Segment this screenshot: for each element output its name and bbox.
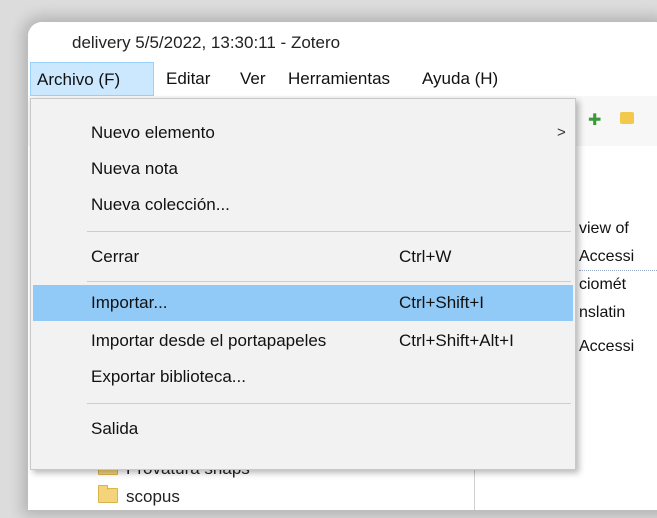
folder-icon [98,485,118,503]
file-menu-dropdown: Nuevo elemento > Nueva nota Nueva colecc… [30,98,576,470]
zotero-window: delivery 5/5/2022, 13:30:11 - Zotero Arc… [28,22,657,510]
menu-item-importar-portapapeles[interactable]: Importar desde el portapapeles Ctrl+Shif… [33,323,573,359]
menu-separator [87,281,571,282]
row-separator [579,270,657,271]
item-title-fragment[interactable]: nslatin [579,302,657,324]
item-title-fragment[interactable]: Accessi [579,246,657,268]
menu-item-salida[interactable]: Salida [33,411,573,447]
collection-name: scopus [126,487,180,506]
menu-separator [87,403,571,404]
menu-item-shortcut: Ctrl+W [399,247,452,266]
menu-item-label: Importar... [91,293,168,312]
menu-editar[interactable]: Editar [160,62,216,96]
menu-item-cerrar[interactable]: Cerrar Ctrl+W [33,239,573,275]
menu-item-label: Exportar biblioteca... [91,367,246,386]
menu-item-label: Nueva nota [91,159,178,178]
menu-item-label: Cerrar [91,247,140,266]
screenshot-frame: delivery 5/5/2022, 13:30:11 - Zotero Arc… [0,0,657,518]
menu-bar: Archivo (F) Editar Ver Herramientas Ayud… [28,62,657,96]
item-title-fragment[interactable]: view of [579,218,657,240]
menu-item-shortcut: Ctrl+Shift+Alt+I [399,331,514,350]
menu-item-nuevo-elemento[interactable]: Nuevo elemento > [33,115,573,151]
window-title: delivery 5/5/2022, 13:30:11 - Zotero [72,33,341,52]
menu-herramientas-label: Herramientas [288,69,391,88]
menu-item-exportar-biblioteca[interactable]: Exportar biblioteca... [33,359,573,395]
item-title-fragment[interactable]: ciomét [579,274,657,296]
menu-archivo[interactable]: Archivo (F) [30,62,154,96]
menu-archivo-label: Archivo (F) [37,70,121,89]
menu-item-shortcut: Ctrl+Shift+I [399,293,485,312]
collection-item[interactable]: scopus [98,484,180,510]
menu-editar-label: Editar [166,69,211,88]
menu-item-label: Importar desde el portapapeles [91,331,327,350]
menu-ver[interactable]: Ver [234,62,272,96]
menu-ayuda[interactable]: Ayuda (H) [416,62,504,96]
menu-item-nueva-coleccion[interactable]: Nueva colección... [33,187,573,223]
menu-herramientas[interactable]: Herramientas [282,62,396,96]
menu-item-label: Nueva colección... [91,195,230,214]
attachment-icon[interactable] [620,112,634,124]
submenu-arrow-icon: > [557,124,566,141]
item-title-fragment[interactable]: Accessi [579,336,657,358]
menu-item-label: Salida [91,419,139,438]
menu-ver-label: Ver [240,69,266,88]
menu-item-importar[interactable]: Importar... Ctrl+Shift+I [33,285,573,321]
title-bar: delivery 5/5/2022, 13:30:11 - Zotero [28,22,657,62]
menu-ayuda-label: Ayuda (H) [422,69,499,88]
new-item-icon[interactable]: ✚ [588,110,602,129]
menu-separator [87,231,571,232]
menu-item-label: Nuevo elemento [91,123,215,142]
menu-item-nueva-nota[interactable]: Nueva nota [33,151,573,187]
